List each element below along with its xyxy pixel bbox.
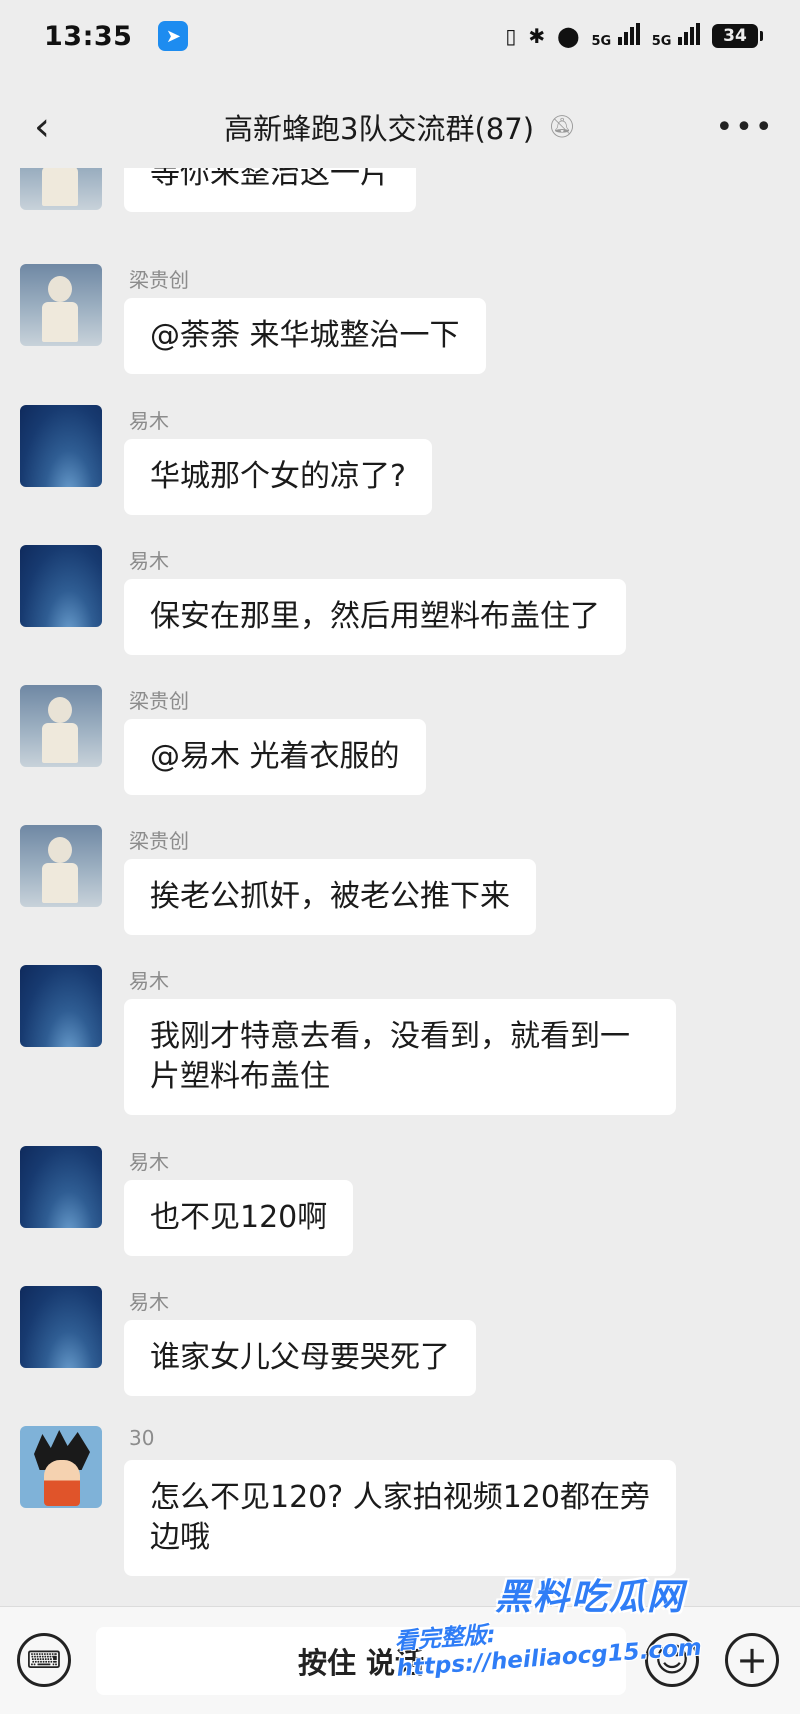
more-actions-button[interactable]: + [725, 1633, 779, 1687]
status-left: 13:35 ➤ [44, 20, 189, 52]
message-bubble[interactable]: 等你来整治这一片 [124, 168, 416, 212]
keyboard-icon: ⌨ [26, 1646, 62, 1674]
signal-bars-icon [617, 23, 640, 45]
vibrate-icon: ▯ [505, 24, 517, 48]
status-time: 13:35 [44, 20, 133, 52]
avatar[interactable] [20, 264, 102, 346]
battery-level: 34 [723, 26, 747, 46]
signal-icon-2: 5G [652, 23, 700, 49]
plus-icon: + [736, 1638, 768, 1682]
chat-input-bar: ⌨ 按住 说话 ☺ + [0, 1606, 800, 1714]
more-button[interactable]: ••• [715, 106, 772, 148]
message-bubble[interactable]: @易木 光着衣服的 [124, 719, 426, 795]
status-icons: ▯ ✱ ⬤ 5G 5G 34 [505, 23, 763, 49]
sender-name: 30 [129, 1426, 155, 1450]
message-bubble[interactable]: 谁家女儿父母要哭死了 [124, 1320, 476, 1396]
smiley-icon: ☺ [654, 1640, 690, 1680]
battery-icon: 34 [712, 24, 763, 48]
avatar[interactable] [20, 545, 102, 627]
message-bubble[interactable]: 挨老公抓奸，被老公推下来 [124, 859, 536, 935]
sender-name: 梁贵创 [129, 829, 189, 853]
hold-to-talk-button[interactable]: 按住 说话 [96, 1627, 626, 1695]
message-bubble[interactable]: 也不见120啊 [124, 1180, 354, 1256]
message-bubble[interactable]: 我刚才特意去看，没看到，就看到一片塑料布盖住 [124, 999, 676, 1115]
back-button[interactable]: ‹ [22, 106, 62, 148]
more-dots-icon: ••• [715, 109, 775, 145]
sender-name: 易木 [129, 549, 169, 573]
message-list[interactable]: 等你来整治这一片 梁贵创 @荼荼 来华城整治一下 易木 华城那个女的凉了? 易木… [0, 168, 800, 1606]
bell-off-icon: 🔕︎ [548, 114, 576, 140]
message-bubble[interactable]: 保安在那里，然后用塑料布盖住了 [124, 579, 626, 655]
signal-icon: 5G [592, 23, 640, 49]
sender-name: 易木 [129, 1290, 169, 1314]
status-bar: 13:35 ➤ ▯ ✱ ⬤ 5G 5G 34 [0, 0, 800, 72]
sender-name: 易木 [129, 409, 169, 433]
chevron-left-icon: ‹ [34, 104, 50, 150]
message-bubble[interactable]: 怎么不见120? 人家拍视频120都在旁边哦 [124, 1460, 676, 1576]
emoji-button[interactable]: ☺ [645, 1633, 699, 1687]
chat-header: ‹ 高新蜂跑3队交流群(87) 🔕︎ ••• [0, 86, 800, 168]
avatar[interactable] [20, 1146, 102, 1228]
sender-name: 易木 [129, 969, 169, 993]
message-bubble[interactable]: 华城那个女的凉了? [124, 439, 432, 515]
chat-title: 高新蜂跑3队交流群(87) [224, 112, 535, 146]
avatar[interactable] [20, 1426, 102, 1508]
sender-name: 梁贵创 [129, 689, 189, 713]
location-icon: ⬤ [557, 24, 580, 48]
avatar[interactable] [20, 965, 102, 1047]
avatar[interactable] [20, 168, 102, 210]
sender-name: 梁贵创 [129, 268, 189, 292]
bluetooth-icon: ✱ [528, 24, 546, 48]
avatar[interactable] [20, 405, 102, 487]
paper-plane-icon: ➤ [158, 21, 189, 51]
sender-name: 易木 [129, 1150, 169, 1174]
network-type-label: 5G [591, 34, 612, 49]
message-bubble[interactable]: @荼荼 来华城整治一下 [124, 298, 486, 374]
avatar[interactable] [20, 825, 102, 907]
avatar[interactable] [20, 1286, 102, 1368]
network-type-label-2: 5G [651, 34, 672, 49]
signal-bars-icon-2 [678, 23, 700, 45]
keyboard-toggle-button[interactable]: ⌨ [17, 1633, 71, 1687]
avatar[interactable] [20, 685, 102, 767]
